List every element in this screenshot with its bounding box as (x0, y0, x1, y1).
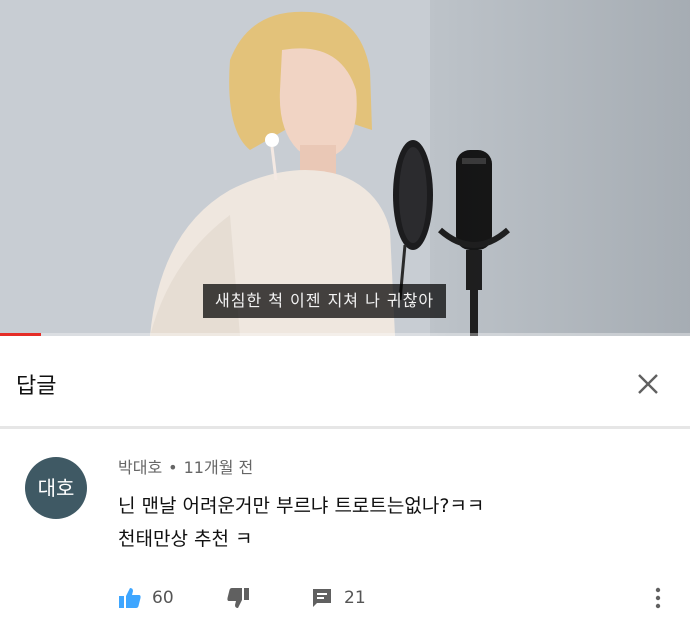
avatar-initials: 대호 (37, 476, 75, 500)
close-button[interactable] (630, 366, 666, 402)
comment-icon (313, 589, 331, 607)
comment-text: 닌 맨날 어려운거만 부르냐 트로트는없나?ㅋㅋ 천태만상 추천 ㅋ (118, 490, 658, 556)
video-player[interactable]: 새침한 척 이젠 지쳐 나 귀찮아 (0, 0, 690, 336)
close-icon (638, 374, 658, 394)
like-count: 60 (152, 588, 174, 608)
reply-count: 21 (344, 588, 366, 608)
comment-text-line: 닌 맨날 어려운거만 부르냐 트로트는없나?ㅋㅋ (118, 495, 485, 517)
comment-meta: 박대호 • 11개월 전 (118, 454, 253, 478)
comment: 대호 박대호 • 11개월 전 닌 맨날 어려운거만 부르냐 트로트는없나?ㅋㅋ 천… (0, 430, 690, 639)
comment-text-line: 천태만상 추천 ㅋ (118, 528, 253, 550)
more-vert-icon (655, 587, 661, 609)
comment-actions: 60 21 (118, 583, 678, 613)
avatar[interactable]: 대호 (25, 457, 87, 519)
video-subtitle: 새침한 척 이젠 지쳐 나 귀찮아 (203, 284, 447, 318)
comment-author[interactable]: 박대호 (118, 458, 162, 477)
thumbs-down-icon (227, 588, 249, 608)
thumbs-up-icon (119, 588, 141, 608)
dislike-button[interactable] (226, 583, 250, 613)
reply-button[interactable]: 21 (310, 583, 366, 613)
more-options-button[interactable] (648, 583, 668, 613)
comment-time: 11개월 전 (183, 458, 254, 477)
wall-shadow (430, 0, 690, 336)
panel-title: 답글 (16, 374, 57, 399)
replies-panel-header: 답글 (0, 336, 690, 429)
meta-separator: • (168, 458, 178, 477)
like-button[interactable]: 60 (118, 583, 174, 613)
